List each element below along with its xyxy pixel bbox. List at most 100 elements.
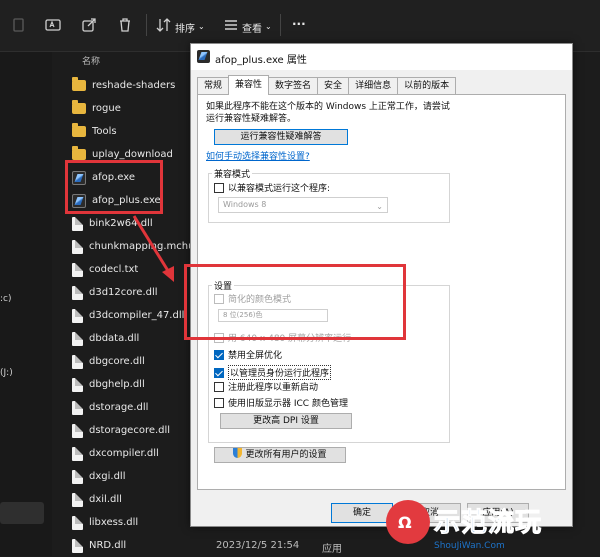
copy-icon[interactable] <box>10 16 28 34</box>
file-name: d3dcompiler_47.dll <box>89 310 185 321</box>
disable-fullscreen-row[interactable]: 禁用全屏优化 <box>214 348 282 361</box>
compat-mode-checkbox-label: 以兼容模式运行这个程序: <box>228 184 331 194</box>
file-icon <box>72 285 83 300</box>
delete-icon[interactable] <box>116 16 134 34</box>
shield-icon <box>233 448 243 458</box>
watermark-brand: 示范流玩 <box>433 508 543 539</box>
change-dpi-button[interactable]: 更改高 DPI 设置 <box>220 413 352 429</box>
compat-mode-checkbox-row[interactable]: 以兼容模式运行这个程序: <box>214 181 330 194</box>
legacy-icc-row[interactable]: 使用旧版显示器 ICC 颜色管理 <box>214 396 348 409</box>
disable-fullscreen-checkbox[interactable] <box>214 349 224 360</box>
file-icon <box>72 354 83 369</box>
file-icon <box>72 423 83 438</box>
file-icon <box>72 239 83 254</box>
run-troubleshooter-button[interactable]: 运行兼容性疑难解答 <box>214 129 348 145</box>
file-icon <box>72 538 83 553</box>
view-icon[interactable] <box>222 16 240 34</box>
file-icon <box>72 377 83 392</box>
annotation-box-exe-files <box>65 160 163 214</box>
dialog-tab[interactable]: 兼容性 <box>228 75 270 95</box>
toolbar-separator <box>146 14 147 36</box>
annotation-box-settings <box>184 264 406 340</box>
folder-icon <box>72 123 86 137</box>
compat-mode-select[interactable]: Windows 8 ⌄ <box>218 197 388 213</box>
file-name: libxess.dll <box>89 517 139 528</box>
dialog-tab[interactable]: 数字签名 <box>268 77 319 95</box>
change-all-users-label: 更改所有用户的设置 <box>245 450 327 460</box>
file-icon <box>72 216 83 231</box>
nav-drive-c[interactable]: :c) <box>0 294 12 304</box>
file-name: NRD.dll <box>89 540 127 551</box>
exe-icon <box>197 50 210 63</box>
compat-mode-checkbox[interactable] <box>214 182 224 193</box>
run-as-admin-checkbox[interactable] <box>214 367 224 378</box>
nav-selected-item[interactable] <box>0 502 44 524</box>
file-name: reshade-shaders <box>92 80 176 91</box>
navigation-pane: :c) (J:) <box>0 52 52 556</box>
watermark-logo-glyph: Ω <box>398 513 412 532</box>
file-icon <box>72 515 83 530</box>
file-name: dstorage.dll <box>89 402 149 413</box>
file-type: 应用 <box>322 544 342 555</box>
file-name: dstoragecore.dll <box>89 425 171 436</box>
dialog-tab[interactable]: 以前的版本 <box>397 77 457 95</box>
dialog-tab[interactable]: 详细信息 <box>348 77 399 95</box>
file-icon <box>72 492 83 507</box>
chevron-down-icon: ⌄ <box>376 202 383 211</box>
run-as-admin-row[interactable]: 以管理员身份运行此程序 <box>214 365 332 380</box>
file-icon <box>72 262 83 277</box>
rename-icon[interactable] <box>44 16 62 34</box>
folder-icon <box>72 146 86 160</box>
register-restart-checkbox[interactable] <box>214 381 224 392</box>
file-name: Tools <box>92 126 117 137</box>
view-label[interactable]: 查看 <box>242 20 262 35</box>
file-name: dxcompiler.dll <box>89 448 159 459</box>
watermark-url: ShouJiWan.Com <box>434 541 505 551</box>
file-name: dbghelp.dll <box>89 379 145 390</box>
file-icon <box>72 331 83 346</box>
annotation-arrow <box>132 215 174 282</box>
file-name: uplay_download <box>92 149 173 160</box>
share-icon[interactable] <box>80 16 98 34</box>
file-name: d3d12core.dll <box>89 287 158 298</box>
sort-icon[interactable] <box>155 16 173 34</box>
dialog-tab[interactable]: 安全 <box>317 77 350 95</box>
compat-mode-select-value: Windows 8 <box>223 200 267 209</box>
file-icon <box>72 469 83 484</box>
file-name: rogue <box>92 103 121 114</box>
dialog-title-bar[interactable]: afop_plus.exe 属性 <box>191 44 572 70</box>
folder-icon <box>72 100 86 114</box>
chevron-down-icon[interactable]: ⌄ <box>265 22 272 31</box>
file-icon <box>72 446 83 461</box>
disable-fullscreen-label: 禁用全屏优化 <box>228 351 283 361</box>
file-name: dbdata.dll <box>89 333 140 344</box>
run-as-admin-label: 以管理员身份运行此程序 <box>228 365 332 380</box>
file-name: dxgi.dll <box>89 471 126 482</box>
file-date: 2023/12/5 21:54 <box>216 540 300 551</box>
file-name: dbgcore.dll <box>89 356 145 367</box>
file-name: dxil.dll <box>89 494 122 505</box>
file-icon <box>72 308 83 323</box>
more-options-icon[interactable]: ··· <box>292 17 306 31</box>
compat-mode-group-label: 兼容模式 <box>212 167 253 180</box>
manual-settings-link[interactable]: 如何手动选择兼容性设置? <box>206 149 310 162</box>
intro-text: 如果此程序不能在这个版本的 Windows 上正常工作，请尝试运行兼容性疑难解答… <box>206 102 450 124</box>
nav-drive-j[interactable]: (J:) <box>0 368 13 378</box>
legacy-icc-checkbox[interactable] <box>214 397 224 408</box>
column-header-name[interactable]: 名称 <box>82 54 100 67</box>
sort-label[interactable]: 排序 <box>175 20 195 35</box>
register-restart-label: 注册此程序以重新启动 <box>228 383 319 393</box>
register-restart-row[interactable]: 注册此程序以重新启动 <box>214 380 318 393</box>
toolbar-separator <box>280 14 281 36</box>
file-row[interactable]: NRD.dll <box>72 534 232 557</box>
file-icon <box>72 400 83 415</box>
watermark-logo: Ω <box>386 500 430 544</box>
ok-button[interactable]: 确定 <box>331 503 393 523</box>
dialog-title: afop_plus.exe 属性 <box>215 55 307 66</box>
change-all-users-button[interactable]: 更改所有用户的设置 <box>214 447 346 463</box>
folder-icon <box>72 77 86 91</box>
dialog-tab[interactable]: 常规 <box>197 77 230 95</box>
chevron-down-icon[interactable]: ⌄ <box>198 22 205 31</box>
legacy-icc-label: 使用旧版显示器 ICC 颜色管理 <box>228 399 348 409</box>
dialog-tabs: 常规 兼容性 数字签名 安全 详细信息 以前的版本 <box>197 75 457 95</box>
